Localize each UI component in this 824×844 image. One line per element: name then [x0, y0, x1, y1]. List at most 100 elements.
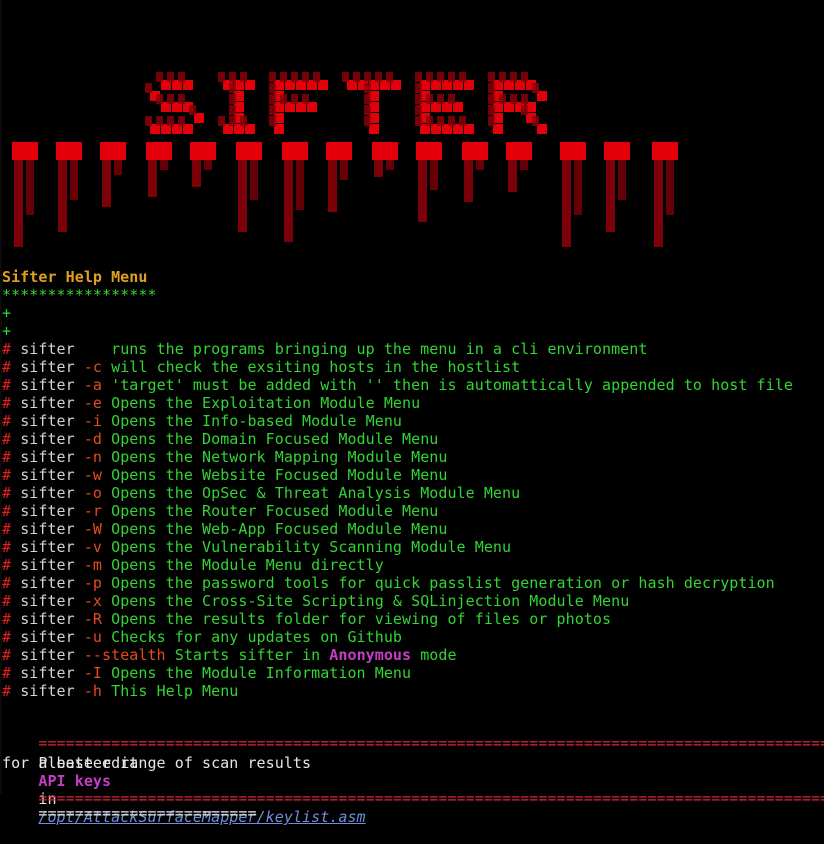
option-flag: -I: [83, 664, 103, 682]
banner-shadow-block: [488, 72, 495, 82]
help-title: Sifter Help Menu: [2, 268, 148, 286]
command-name: sifter: [20, 610, 75, 628]
banner-drip-block: [416, 142, 442, 160]
option-description: Opens the Cross-Site Scripting & SQLinje…: [111, 592, 630, 610]
banner-drip-streak: [574, 160, 582, 215]
banner-shadow-block: [386, 72, 393, 82]
comment-hash: #: [2, 556, 12, 574]
command-name: sifter: [20, 592, 75, 610]
banner-drip-block: [652, 142, 678, 160]
banner-shadow-block: [499, 94, 506, 104]
title-underline: *****************: [2, 286, 157, 304]
help-option-row: # sifter -I Opens the Module Information…: [2, 664, 411, 682]
banner-shadow-block: [280, 72, 287, 82]
banner-drip-streak: [70, 160, 78, 200]
option-flag: -o: [83, 484, 103, 502]
option-flag: -v: [83, 538, 103, 556]
banner-shadow-block: [415, 83, 422, 93]
banner-shadow-block: [145, 83, 152, 93]
banner-drip-streak: [654, 160, 663, 247]
command-name: sifter: [20, 664, 75, 682]
api-keys-notice: Please edit API keys in /opt/AttackSurfa…: [2, 736, 366, 826]
banner-shadow-block: [229, 116, 236, 126]
help-option-row: # sifter -W Opens the Web-App Focused Mo…: [2, 520, 447, 538]
banner-shadow-block: [510, 72, 517, 82]
help-option-row: # sifter -d Opens the Domain Focused Mod…: [2, 430, 438, 448]
command-name: sifter: [20, 466, 75, 484]
command-name: sifter: [20, 646, 75, 664]
command-name: sifter: [20, 628, 75, 646]
option-description: Opens the Domain Focused Module Menu: [111, 430, 439, 448]
comment-hash: #: [2, 682, 12, 700]
comment-hash: #: [2, 340, 12, 358]
banner-drip-streak: [250, 160, 258, 200]
option-flag: -m: [83, 556, 103, 574]
banner-drip-block: [100, 142, 126, 160]
banner-drip-block: [372, 142, 398, 160]
banner-shadow-block: [240, 72, 247, 82]
command-name: sifter: [20, 430, 75, 448]
command-name: sifter: [20, 574, 75, 592]
banner-drip-streak: [148, 160, 157, 197]
banner-shadow-block: [156, 94, 163, 104]
banner-shadow-block: [269, 83, 276, 93]
option-flag: -x: [83, 592, 103, 610]
banner-drip-streak: [508, 160, 517, 192]
help-option-row: # sifter -c will check the exsiting host…: [2, 358, 520, 376]
command-name: sifter: [20, 394, 75, 412]
banner-drip-block: [12, 142, 38, 160]
banner-drip-block: [326, 142, 352, 160]
command-name: sifter: [20, 556, 75, 574]
comment-hash: #: [2, 448, 12, 466]
command-name: sifter: [20, 412, 75, 430]
banner-drip-streak: [340, 160, 348, 180]
banner-drip-streak: [430, 160, 438, 190]
banner-drip-streak: [192, 160, 201, 187]
banner-drip-block: [560, 142, 586, 160]
banner-drip-streak: [520, 160, 528, 170]
help-option-row: # sifter -n Opens the Network Mapping Mo…: [2, 448, 447, 466]
banner-shadow-block: [269, 94, 276, 104]
banner-shadow-block: [218, 72, 225, 82]
banner-shadow-block: [342, 72, 349, 82]
option-flag: -n: [83, 448, 103, 466]
banner-shadow-block: [459, 116, 466, 126]
option-description: Opens the Website Focused Module Menu: [111, 466, 448, 484]
banner-drip-streak: [204, 160, 212, 170]
command-name: sifter: [20, 502, 75, 520]
banner-shadow-block: [459, 72, 466, 82]
option-flag: -R: [83, 610, 103, 628]
help-option-row: # sifter -h This Help Menu: [2, 682, 238, 700]
banner-drip-block: [56, 142, 82, 160]
banner-shadow-block: [269, 105, 276, 115]
banner-drip-streak: [114, 160, 122, 175]
comment-hash: #: [2, 592, 12, 610]
option-description: runs the programs bringing up the menu i…: [83, 340, 648, 358]
terminal-window[interactable]: Sifter Help Menu ***************** + + #…: [0, 0, 824, 826]
option-flag: --stealth: [83, 646, 166, 664]
banner-shadow-block: [291, 72, 298, 82]
option-description: 'target' must be added with '' then is a…: [111, 376, 793, 394]
separator-rule: ========================================…: [2, 716, 824, 752]
banner-shadow-block: [448, 94, 455, 104]
comment-hash: #: [2, 646, 12, 664]
help-option-row: # sifter -m Opens the Module Menu direct…: [2, 556, 384, 574]
help-option-row: # sifter -v Opens the Vulnerability Scan…: [2, 538, 511, 556]
option-flag: -W: [83, 520, 103, 538]
banner-shadow-block: [167, 72, 174, 82]
banner-drip-streak: [386, 160, 394, 170]
bottom-rule: ========================: [2, 786, 257, 822]
banner-shadow-block: [229, 105, 236, 115]
banner-shadow-block: [375, 72, 382, 82]
banner-shadow-block: [521, 105, 528, 115]
command-name: sifter: [20, 682, 75, 700]
banner-drip-streak: [606, 160, 615, 232]
option-description: Opens the Exploitation Module Menu: [111, 394, 421, 412]
banner-shadow-block: [313, 72, 320, 82]
command-name: sifter: [20, 340, 75, 358]
banner-shadow-block: [364, 83, 371, 93]
banner-shadow-block: [364, 94, 371, 104]
banner-drip-streak: [14, 160, 23, 247]
banner-drip-block: [604, 142, 630, 160]
banner-shadow-block: [521, 94, 528, 104]
